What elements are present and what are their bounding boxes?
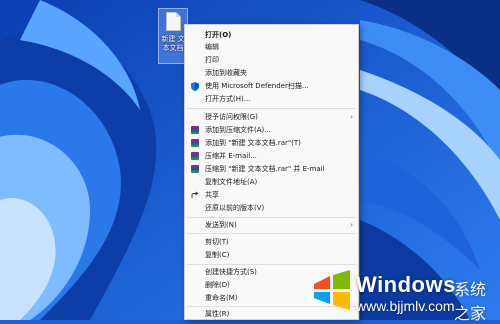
menu-item-copy-path[interactable]: 复制文件地址(A) xyxy=(185,176,358,188)
menu-item-label: 创建快捷方式(S) xyxy=(205,268,257,276)
menu-item-label: 共享 xyxy=(205,191,219,199)
menu-item-edit[interactable]: 编辑 xyxy=(185,41,358,53)
watermark-subtitle: 系统之家 xyxy=(454,280,487,323)
menu-item-grant-access[interactable]: 授予访问权限(G) › xyxy=(185,111,358,123)
watermark-url: www.bjjmlv.com xyxy=(356,298,455,314)
menu-separator xyxy=(187,217,356,218)
menu-item-label: 压缩并 E-mail... xyxy=(205,152,257,160)
menu-item-label: 重命名(M) xyxy=(205,294,238,302)
defender-shield-icon xyxy=(191,82,199,91)
winrar-icon xyxy=(191,152,199,160)
menu-item-compress-email[interactable]: 压缩并 E-mail... xyxy=(185,150,358,162)
menu-item-label: 添加到 "新建 文本文档.rar"(T) xyxy=(205,139,301,147)
menu-item-label: 删除(D) xyxy=(205,281,230,289)
menu-item-label: 属性(R) xyxy=(205,310,230,318)
menu-item-label: 添加到收藏夹 xyxy=(205,69,247,77)
menu-item-label: 复制(C) xyxy=(205,251,230,259)
menu-item-restore-versions[interactable]: 还原以前的版本(V) xyxy=(185,202,358,214)
menu-item-label: 发送到(N) xyxy=(205,221,237,229)
menu-item-copy[interactable]: 复制(C) xyxy=(185,249,358,261)
menu-item-add-favorites[interactable]: 添加到收藏夹 xyxy=(185,67,358,79)
menu-item-send-to[interactable]: 发送到(N) › xyxy=(185,219,358,231)
menu-separator xyxy=(187,233,356,234)
menu-item-label: 打开(O) xyxy=(205,31,232,39)
menu-item-label: 还原以前的版本(V) xyxy=(205,204,265,212)
chevron-right-icon: › xyxy=(350,221,353,229)
winrar-icon xyxy=(191,139,199,147)
menu-item-label: 剪切(T) xyxy=(205,238,229,246)
watermark: Windows 系统之家 www.bjjmlv.com xyxy=(312,268,500,323)
menu-item-open-with[interactable]: 打开方式(H)... xyxy=(185,93,358,105)
menu-item-label: 压缩到 "新建 文本文档.rar" 并 E-mail xyxy=(205,165,325,173)
menu-item-label: 添加到压缩文件(A)... xyxy=(205,126,271,134)
menu-item-compress-rar-email[interactable]: 压缩到 "新建 文本文档.rar" 并 E-mail xyxy=(185,163,358,175)
share-icon xyxy=(191,191,199,199)
menu-item-label: 打印 xyxy=(205,56,219,64)
menu-separator xyxy=(187,264,356,265)
menu-item-label: 编辑 xyxy=(205,43,219,51)
windows-logo-icon xyxy=(314,270,350,310)
menu-separator xyxy=(187,108,356,109)
desktop-file-name: 新建 文本文档 xyxy=(161,35,185,52)
menu-item-add-to-archive[interactable]: 添加到压缩文件(A)... xyxy=(185,124,358,136)
menu-item-defender-scan[interactable]: 使用 Microsoft Defender扫描... xyxy=(185,80,358,92)
menu-item-label: 复制文件地址(A) xyxy=(205,178,258,186)
text-document-icon xyxy=(166,12,181,31)
winrar-icon xyxy=(191,165,199,173)
chevron-right-icon: › xyxy=(350,113,353,121)
watermark-title: Windows xyxy=(356,272,456,297)
winrar-icon xyxy=(191,126,199,134)
menu-item-label: 打开方式(H)... xyxy=(205,95,251,103)
menu-item-label: 使用 Microsoft Defender扫描... xyxy=(205,82,309,90)
menu-item-share[interactable]: 共享 xyxy=(185,189,358,201)
menu-item-add-to-rar[interactable]: 添加到 "新建 文本文档.rar"(T) xyxy=(185,137,358,149)
menu-item-cut[interactable]: 剪切(T) xyxy=(185,236,358,248)
menu-item-print[interactable]: 打印 xyxy=(185,54,358,66)
menu-item-open[interactable]: 打开(O) xyxy=(185,29,358,41)
menu-item-label: 授予访问权限(G) xyxy=(205,113,258,121)
